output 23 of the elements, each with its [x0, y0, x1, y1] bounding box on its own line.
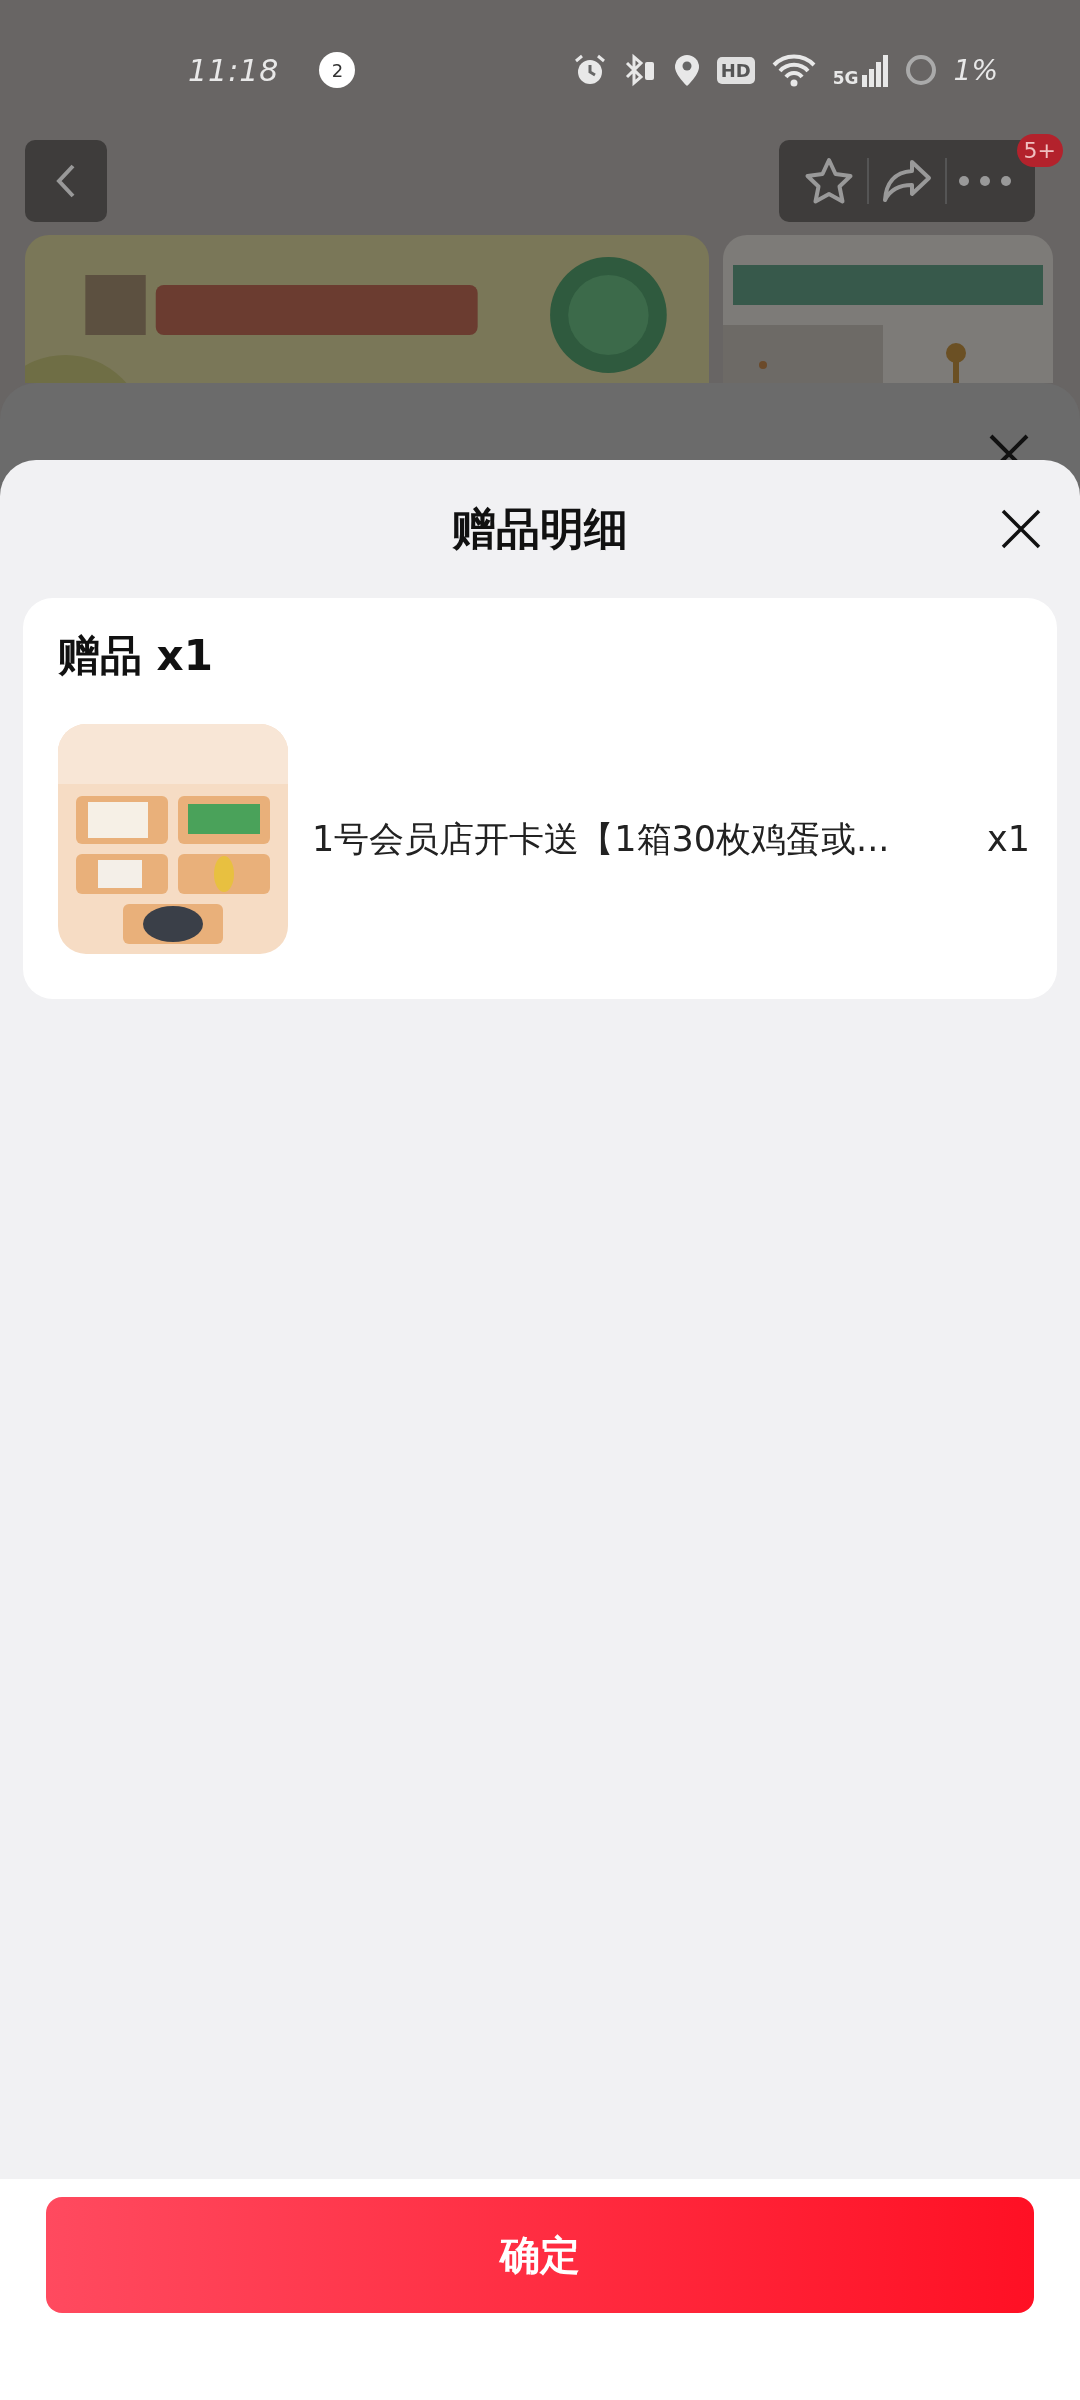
- gift-quantity: x1: [987, 819, 1030, 859]
- clock-time: 11:18: [188, 52, 280, 88]
- wifi-icon: [770, 53, 817, 87]
- confirm-button[interactable]: 确定: [46, 2197, 1034, 2313]
- gift-name: 1号会员店开卡送【1箱30枚鸡蛋或...: [312, 817, 891, 861]
- battery-percent: 1%: [953, 53, 998, 87]
- battery-ring-icon: [903, 53, 938, 87]
- location-icon: [672, 53, 701, 87]
- share-icon: [882, 159, 932, 203]
- alarm-icon: [572, 53, 607, 87]
- signal-icon: [861, 53, 888, 87]
- star-icon: [804, 157, 854, 205]
- back-button[interactable]: [25, 140, 107, 222]
- network-label: 5G: [832, 70, 859, 87]
- back-icon: [56, 163, 76, 199]
- sheet-title: 赠品明细: [452, 501, 628, 556]
- hd-badge: HD: [716, 56, 755, 84]
- notification-count: 2: [319, 52, 356, 88]
- close-button[interactable]: [1000, 508, 1042, 550]
- message-badge: 5+: [1016, 134, 1063, 167]
- close-icon: [1000, 508, 1042, 550]
- section-title: 赠品 x1: [58, 630, 213, 682]
- more-icon: [959, 176, 1011, 186]
